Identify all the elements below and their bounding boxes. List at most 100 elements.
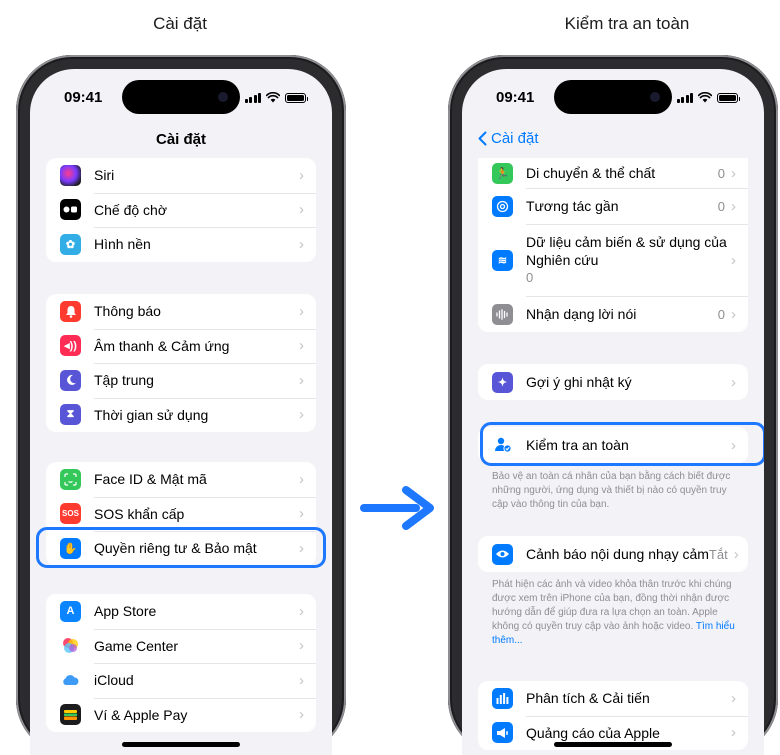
settings-group-4: A App Store › Game Center › iCloud › Ví … bbox=[46, 594, 316, 732]
left-caption: Cài đặt bbox=[153, 14, 207, 33]
row-value: 0 bbox=[526, 270, 534, 285]
settings-group-1: Siri › Chế độ chờ › ✿ Hình nền › bbox=[46, 158, 316, 262]
chevron-right-icon: › bbox=[299, 337, 304, 355]
settings-group-2: Thông báo › ◂)) Âm thanh & Cảm ứng › Tập… bbox=[46, 294, 316, 432]
row-label: Game Center bbox=[94, 637, 179, 654]
dynamic-island bbox=[554, 80, 672, 114]
left-screen: 09:41 Cài đặt Siri › Chế độ chờ › ✿ Hình… bbox=[30, 69, 332, 755]
wifi-icon bbox=[266, 92, 280, 103]
row-standby[interactable]: Chế độ chờ › bbox=[46, 192, 316, 228]
appstore-icon: A bbox=[60, 600, 81, 622]
row-game-center[interactable]: Game Center › bbox=[46, 628, 316, 664]
row-sos[interactable]: SOS SOS khẩn cấp › bbox=[46, 496, 316, 532]
back-button[interactable]: Cài đặt bbox=[478, 130, 539, 147]
chevron-left-icon bbox=[478, 131, 487, 146]
chevron-right-icon: › bbox=[731, 724, 736, 742]
row-analytics[interactable]: Phân tích & Cải tiến › bbox=[478, 681, 748, 716]
analytics-icon bbox=[492, 687, 513, 709]
chevron-right-icon: › bbox=[731, 373, 736, 391]
highlight-safety-check bbox=[480, 422, 764, 466]
battery-icon bbox=[717, 93, 740, 103]
right-caption: Kiểm tra an toàn bbox=[564, 14, 690, 33]
chevron-right-icon: › bbox=[731, 164, 736, 182]
icloud-icon bbox=[60, 669, 81, 691]
sensitive-content-group: Cảnh báo nội dung nhạy cảm Tắt › bbox=[478, 536, 748, 572]
row-label: Hình nền bbox=[94, 236, 151, 253]
journal-sparkle-icon: ✦ bbox=[492, 371, 513, 393]
gamecenter-icon bbox=[60, 635, 81, 657]
status-time: 09:41 bbox=[496, 89, 535, 106]
row-label: Ví & Apple Pay bbox=[94, 706, 188, 723]
chevron-right-icon: › bbox=[299, 637, 304, 655]
nearby-icon bbox=[492, 195, 513, 217]
back-label: Cài đặt bbox=[491, 130, 539, 147]
row-label: Gợi ý ghi nhật ký bbox=[526, 374, 632, 390]
row-focus[interactable]: Tập trung › bbox=[46, 363, 316, 398]
chevron-right-icon: › bbox=[731, 305, 736, 323]
chevron-right-icon: › bbox=[299, 166, 304, 184]
row-label: iCloud bbox=[94, 672, 134, 689]
dynamic-island bbox=[122, 80, 240, 114]
row-label: Di chuyển & thể chất bbox=[526, 165, 656, 181]
arrow-right-icon bbox=[360, 486, 434, 530]
row-sounds[interactable]: ◂)) Âm thanh & Cảm ứng › bbox=[46, 328, 316, 364]
chevron-right-icon: › bbox=[299, 505, 304, 523]
row-icloud[interactable]: iCloud › bbox=[46, 663, 316, 698]
row-value: 0 bbox=[717, 306, 725, 322]
chevron-right-icon: › bbox=[299, 302, 304, 320]
moon-icon bbox=[60, 369, 81, 391]
chevron-right-icon: › bbox=[299, 371, 304, 389]
row-label: Chế độ chờ bbox=[94, 201, 168, 218]
journaling-group: ✦ Gợi ý ghi nhật ký › bbox=[478, 364, 748, 400]
chevron-right-icon: › bbox=[299, 602, 304, 620]
row-label-line2: Nghiên cứu bbox=[526, 252, 599, 268]
row-label-block: Dữ liệu cảm biến & sử dụng của Nghiên cứ… bbox=[526, 233, 731, 287]
highlight-privacy bbox=[36, 527, 326, 568]
hourglass-icon: ⧗ bbox=[60, 404, 81, 426]
row-journaling-suggestions[interactable]: ✦ Gợi ý ghi nhật ký › bbox=[478, 364, 748, 400]
row-app-store[interactable]: A App Store › bbox=[46, 594, 316, 629]
ads-icon bbox=[492, 722, 513, 744]
research-icon: ≋ bbox=[492, 249, 513, 271]
chevron-right-icon: › bbox=[733, 545, 739, 563]
analytics-ads-group: Phân tích & Cải tiến › Quảng cáo của App… bbox=[478, 681, 748, 750]
status-time: 09:41 bbox=[64, 89, 103, 106]
row-sensitive-content-warning[interactable]: Cảnh báo nội dung nhạy cảm Tắt › bbox=[478, 536, 748, 572]
signal-icon bbox=[244, 92, 261, 103]
chevron-right-icon: › bbox=[731, 251, 736, 269]
row-siri[interactable]: Siri › bbox=[46, 158, 316, 193]
row-value: 0 bbox=[717, 165, 725, 181]
row-value: 0 bbox=[717, 198, 725, 214]
right-screen: 09:41 Cài đặt 🏃 Di chuyển & thể chất 0 ›… bbox=[462, 69, 764, 755]
row-label: Siri bbox=[94, 167, 115, 184]
row-nearby-interactions[interactable]: Tương tác gần 0 › bbox=[478, 188, 748, 224]
row-motion-fitness[interactable]: 🏃 Di chuyển & thể chất 0 › bbox=[478, 158, 748, 188]
left-phone: 09:41 Cài đặt Siri › Chế độ chờ › ✿ Hình… bbox=[16, 55, 346, 755]
row-wallet[interactable]: Ví & Apple Pay › bbox=[46, 697, 316, 733]
row-label: Âm thanh & Cảm ứng bbox=[94, 337, 230, 354]
row-notifications[interactable]: Thông báo › bbox=[46, 294, 316, 329]
standby-icon bbox=[60, 199, 81, 221]
safety-check-footer: Bảo vệ an toàn cá nhân của bạn bằng cách… bbox=[492, 471, 731, 510]
battery-icon bbox=[285, 93, 308, 103]
row-speech-recognition[interactable]: Nhận dạng lời nói 0 › bbox=[478, 296, 748, 332]
row-label-line1: Dữ liệu cảm biến & sử dụng của bbox=[526, 234, 727, 250]
row-value: Tắt bbox=[708, 546, 728, 562]
chevron-right-icon: › bbox=[299, 406, 304, 424]
wallpaper-icon: ✿ bbox=[60, 233, 81, 255]
row-wallpaper[interactable]: ✿ Hình nền › bbox=[46, 227, 316, 262]
sos-icon-text: SOS bbox=[62, 509, 79, 519]
row-label: Face ID & Mật mã bbox=[94, 471, 207, 488]
row-sensor-research[interactable]: ≋ Dữ liệu cảm biến & sử dụng của Nghiên … bbox=[478, 224, 748, 296]
row-label: App Store bbox=[94, 603, 157, 620]
speaker-icon: ◂)) bbox=[60, 335, 81, 357]
row-screen-time[interactable]: ⧗ Thời gian sử dụng › bbox=[46, 397, 316, 433]
chevron-right-icon: › bbox=[731, 197, 736, 215]
chevron-right-icon: › bbox=[299, 470, 304, 488]
row-label: Thời gian sử dụng bbox=[94, 406, 209, 423]
row-label: SOS khẩn cấp bbox=[94, 505, 185, 522]
privacy-group-1: 🏃 Di chuyển & thể chất 0 › Tương tác gần… bbox=[478, 158, 748, 332]
row-faceid[interactable]: Face ID & Mật mã › bbox=[46, 462, 316, 497]
right-phone: 09:41 Cài đặt 🏃 Di chuyển & thể chất 0 ›… bbox=[448, 55, 778, 755]
row-label: Tập trung bbox=[94, 372, 154, 389]
